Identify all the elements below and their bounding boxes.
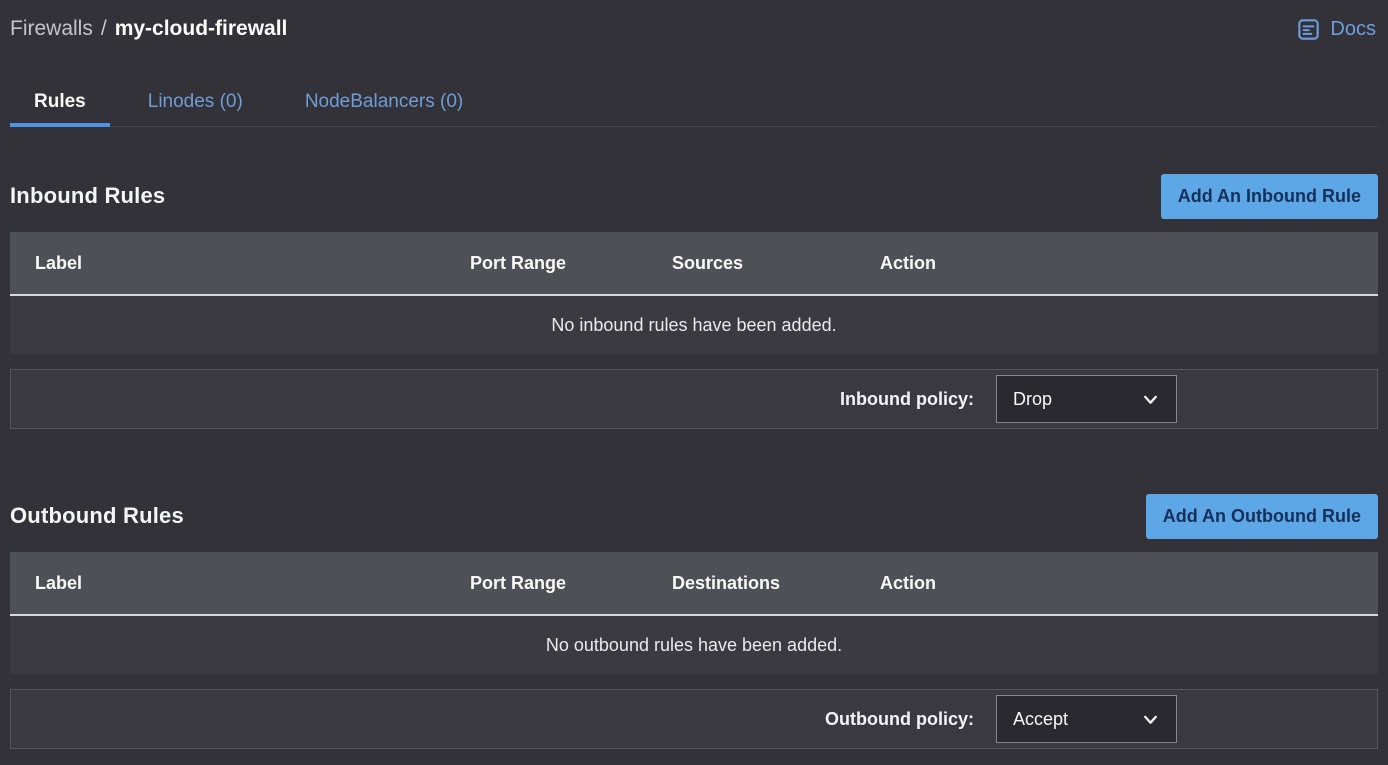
inbound-policy-label: Inbound policy: xyxy=(840,389,974,410)
outbound-policy-row: Outbound policy: Accept xyxy=(10,689,1378,749)
outbound-policy-label: Outbound policy: xyxy=(825,709,974,730)
breadcrumb: Firewalls / my-cloud-firewall xyxy=(10,17,287,41)
breadcrumb-firewalls-link[interactable]: Firewalls xyxy=(10,17,93,41)
tab-rules[interactable]: Rules xyxy=(10,84,110,126)
outbound-policy-value: Accept xyxy=(1013,709,1068,730)
tab-bar: Rules Linodes (0) NodeBalancers (0) xyxy=(10,84,1378,127)
inbound-empty-message: No inbound rules have been added. xyxy=(551,315,836,336)
firewall-detail-page: Firewalls / my-cloud-firewall Docs Rules… xyxy=(0,0,1388,765)
inbound-empty-row: No inbound rules have been added. xyxy=(10,296,1378,354)
chevron-down-icon xyxy=(1141,710,1160,729)
inbound-rules-title: Inbound Rules xyxy=(10,183,165,209)
outbound-empty-row: No outbound rules have been added. xyxy=(10,616,1378,674)
breadcrumb-current-firewall: my-cloud-firewall xyxy=(115,17,288,41)
docs-link-label: Docs xyxy=(1330,18,1376,41)
outbound-section-head: Outbound Rules Add An Outbound Rule xyxy=(10,493,1378,539)
outbound-rules-title: Outbound Rules xyxy=(10,503,184,529)
add-outbound-rule-button[interactable]: Add An Outbound Rule xyxy=(1146,494,1378,539)
inbound-col-label: Label xyxy=(10,253,445,274)
outbound-col-port-range: Port Range xyxy=(445,573,647,594)
add-inbound-rule-button[interactable]: Add An Inbound Rule xyxy=(1161,174,1378,219)
inbound-policy-select[interactable]: Drop xyxy=(996,375,1177,423)
inbound-col-action: Action xyxy=(855,253,1378,274)
inbound-col-port-range: Port Range xyxy=(445,253,647,274)
outbound-col-label: Label xyxy=(10,573,445,594)
outbound-table-header: Label Port Range Destinations Action xyxy=(10,552,1378,616)
breadcrumb-separator: / xyxy=(101,17,107,41)
inbound-col-sources: Sources xyxy=(647,253,855,274)
outbound-empty-message: No outbound rules have been added. xyxy=(546,635,842,656)
outbound-policy-select[interactable]: Accept xyxy=(996,695,1177,743)
outbound-col-action: Action xyxy=(855,573,1378,594)
chevron-down-icon xyxy=(1141,390,1160,409)
inbound-section-head: Inbound Rules Add An Inbound Rule xyxy=(10,173,1378,219)
tab-nodebalancers[interactable]: NodeBalancers (0) xyxy=(281,84,487,126)
docs-icon xyxy=(1296,17,1321,42)
outbound-rules-table: Label Port Range Destinations Action No … xyxy=(10,552,1378,674)
inbound-table-header: Label Port Range Sources Action xyxy=(10,232,1378,296)
outbound-col-destinations: Destinations xyxy=(647,573,855,594)
inbound-policy-row: Inbound policy: Drop xyxy=(10,369,1378,429)
top-bar: Firewalls / my-cloud-firewall Docs xyxy=(0,0,1388,44)
inbound-rules-table: Label Port Range Sources Action No inbou… xyxy=(10,232,1378,354)
inbound-policy-value: Drop xyxy=(1013,389,1052,410)
tab-linodes[interactable]: Linodes (0) xyxy=(124,84,267,126)
docs-link[interactable]: Docs xyxy=(1296,17,1378,42)
